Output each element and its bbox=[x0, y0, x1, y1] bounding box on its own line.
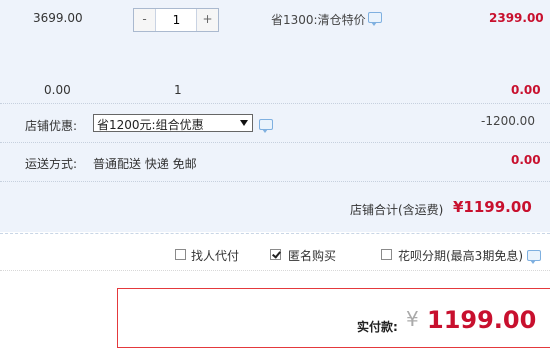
shop-discount-amount: -1200.00 bbox=[481, 114, 535, 128]
message-icon[interactable] bbox=[527, 250, 541, 264]
payment-amount: 1199.00 bbox=[427, 306, 537, 334]
quantity-input[interactable] bbox=[156, 9, 197, 31]
chevron-down-icon bbox=[240, 120, 248, 126]
shop-total-label: 店铺合计(含运费) bbox=[350, 203, 444, 217]
shop-total-amount: ¥1199.00 bbox=[453, 198, 532, 216]
discount-select[interactable]: 省1200元:组合优惠 bbox=[93, 114, 253, 132]
divider bbox=[0, 233, 550, 234]
anonymous-purchase-checkbox[interactable] bbox=[270, 249, 281, 260]
summary-price: 0.00 bbox=[44, 83, 71, 97]
divider bbox=[0, 142, 550, 143]
shipping-method: 普通配送 快递 免邮 bbox=[93, 157, 197, 171]
increase-quantity-button[interactable]: + bbox=[196, 9, 218, 31]
shop-discount-label: 店铺优惠: bbox=[25, 119, 78, 133]
promo-text: 省1300:清仓特价 bbox=[271, 13, 366, 27]
payment-label: 实付款: bbox=[357, 320, 398, 334]
pay-for-me-checkbox[interactable] bbox=[175, 249, 186, 260]
quantity-stepper[interactable]: - + bbox=[133, 8, 219, 32]
discount-select-value: 省1200元:组合优惠 bbox=[97, 118, 204, 132]
item-subtotal: 2399.00 bbox=[489, 11, 544, 25]
divider bbox=[0, 103, 550, 104]
pay-for-me-label[interactable]: 找人代付 bbox=[191, 247, 239, 264]
shipping-label: 运送方式: bbox=[25, 157, 78, 171]
divider bbox=[0, 181, 550, 182]
installment-label[interactable]: 花呗分期(最高3期免息) bbox=[398, 247, 523, 264]
decrease-quantity-button[interactable]: - bbox=[134, 9, 156, 31]
installment-checkbox[interactable] bbox=[381, 249, 392, 260]
summary-amount: 0.00 bbox=[511, 83, 541, 97]
shipping-amount: 0.00 bbox=[511, 153, 541, 167]
anonymous-purchase-label[interactable]: 匿名购买 bbox=[288, 247, 336, 264]
message-icon[interactable] bbox=[368, 12, 382, 26]
divider bbox=[0, 270, 550, 271]
unit-price: 3699.00 bbox=[33, 11, 83, 25]
summary-count: 1 bbox=[174, 83, 182, 97]
currency-symbol: ¥ bbox=[406, 307, 419, 331]
message-icon[interactable] bbox=[259, 119, 273, 133]
